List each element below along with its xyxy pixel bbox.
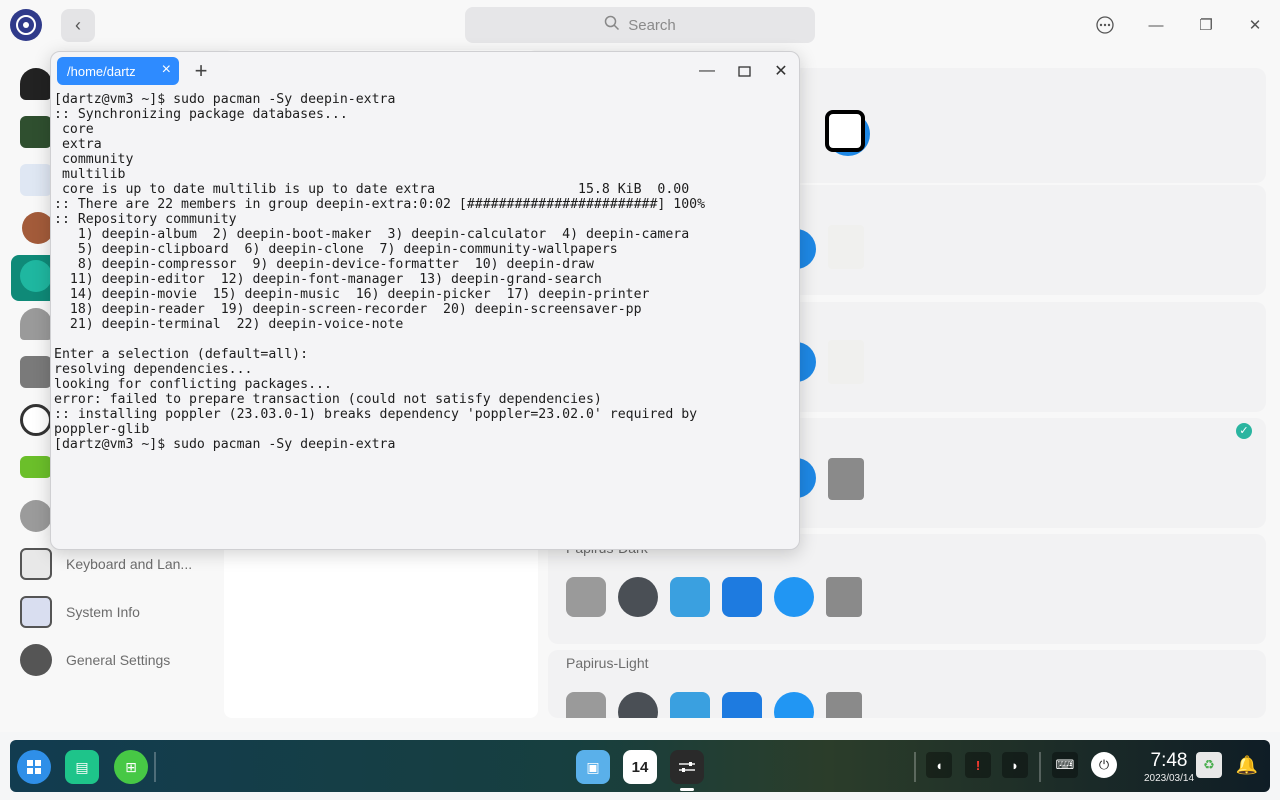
terminal-taskbar-button[interactable]: [670, 750, 704, 784]
bluetooth-tray[interactable]: ◗: [1002, 752, 1028, 778]
calendar-icon: 14: [631, 758, 649, 776]
terminal-output[interactable]: [dartz@vm3 ~]$ sudo pacman -Sy deepin-ex…: [54, 92, 798, 542]
music-icon: [618, 692, 658, 718]
taskbar-separator: [1039, 752, 1041, 782]
sidebar-item-system-info[interactable]: System Info: [20, 596, 140, 628]
keyboard-icon: [20, 548, 52, 580]
app-store-icon: ⊞: [125, 758, 137, 775]
recycle-icon: ♻: [1203, 757, 1215, 772]
more-icon: [1096, 16, 1114, 34]
tray-icon: ◗: [1011, 757, 1019, 773]
volume-icon: ◖: [935, 757, 943, 773]
taskbar-separator: [154, 752, 156, 782]
close-icon: ✕: [774, 63, 788, 80]
account-icon[interactable]: [20, 68, 52, 100]
terminal-window[interactable]: /home/dartz × + — ✕ [dartz@vm3 ~]$ sudo …: [50, 51, 800, 550]
folder-icon: ▣: [586, 758, 600, 775]
trash-icon: [826, 577, 862, 617]
terminal-maximize-button[interactable]: [732, 59, 756, 83]
minimize-button[interactable]: —: [1143, 13, 1169, 37]
music-icon: [618, 577, 658, 617]
search-icon: [604, 15, 620, 35]
terminal-icon: [679, 762, 695, 772]
power-icon[interactable]: [20, 456, 52, 478]
close-tab-icon[interactable]: ×: [162, 61, 171, 79]
new-tab-button[interactable]: +: [189, 57, 213, 85]
trash-icon: [828, 340, 864, 384]
terminal-close-button[interactable]: ✕: [769, 59, 793, 83]
display-icon[interactable]: [20, 116, 52, 148]
sidebar-item-label: Keyboard and Lan...: [66, 556, 193, 572]
trash-icon: [828, 225, 864, 269]
terminal-tab-label: /home/dartz: [67, 63, 136, 79]
launcher-icon: [774, 692, 814, 718]
minimize-icon: —: [699, 62, 715, 79]
maximize-icon: ❐: [1199, 17, 1213, 34]
sidebar-item-general-settings[interactable]: General Settings: [20, 644, 170, 676]
datetime-icon[interactable]: [20, 404, 52, 436]
power-button[interactable]: ⏻: [1091, 752, 1117, 778]
sidebar-item-keyboard[interactable]: Keyboard and Lan...: [20, 548, 192, 580]
warning-icon: !: [975, 757, 981, 773]
search-input[interactable]: Search: [465, 7, 815, 43]
video-icon: [722, 577, 762, 617]
chevron-left-icon: ‹: [75, 15, 81, 35]
theme-card-papirus-dark[interactable]: Papirus-Dark: [548, 534, 1266, 644]
calendar-button[interactable]: 14: [623, 750, 657, 784]
clock-time[interactable]: 7:48: [1134, 750, 1204, 772]
titlebar: ‹ Search — ❐ ✕: [0, 0, 1280, 50]
minimize-icon: —: [1148, 16, 1164, 34]
search-placeholder: Search: [628, 16, 676, 34]
file-manager-icon: [566, 692, 606, 718]
mouse-icon[interactable]: [20, 500, 52, 532]
trash-tray[interactable]: ♻: [1196, 752, 1222, 778]
terminal-tab[interactable]: /home/dartz ×: [57, 57, 179, 85]
file-manager-button[interactable]: ▣: [576, 750, 610, 784]
launcher-button[interactable]: [17, 750, 51, 784]
multitask-icon: ▤: [75, 758, 89, 775]
maximize-icon: [737, 65, 751, 77]
launcher-icon: [774, 577, 814, 617]
app-store-button[interactable]: ⊞: [114, 750, 148, 784]
sidebar-item-label: General Settings: [66, 652, 171, 668]
notification-icon[interactable]: [20, 308, 52, 340]
keyboard-tray[interactable]: ⌨: [1052, 752, 1078, 778]
theme-card-papirus-light[interactable]: Papirus-Light: [548, 650, 1266, 718]
network-tray[interactable]: !: [965, 752, 991, 778]
close-icon: ✕: [1248, 17, 1262, 34]
video-icon: [722, 692, 762, 718]
trash-icon: [828, 458, 864, 500]
sidebar-item-label: System Info: [66, 604, 140, 620]
system-info-icon: [20, 596, 52, 628]
taskbar-separator: [914, 752, 916, 782]
bell-icon: 🔔: [1235, 754, 1259, 775]
maximize-button[interactable]: ❐: [1193, 13, 1219, 37]
volume-tray[interactable]: ◖: [926, 752, 952, 778]
trash-icon: [826, 692, 862, 718]
sound-icon[interactable]: [20, 356, 52, 388]
image-viewer-icon: [670, 692, 710, 718]
grid-icon: [27, 760, 41, 774]
multitasking-view-button[interactable]: ▤: [65, 750, 99, 784]
terminal-minimize-button[interactable]: —: [695, 59, 719, 83]
file-manager-icon: [566, 577, 606, 617]
active-app-indicator: [680, 788, 694, 791]
notification-button[interactable]: 🔔: [1234, 752, 1260, 778]
back-button[interactable]: ‹: [61, 9, 95, 42]
more-button[interactable]: [1092, 13, 1118, 37]
default-apps-icon[interactable]: [20, 164, 52, 196]
close-button[interactable]: ✕: [1242, 13, 1268, 37]
trash-icon: [825, 110, 865, 152]
selected-check-icon: ✓: [1236, 423, 1252, 439]
taskbar: ▤ ⊞ ▣ 14 ◖ ! ◗ ⌨ ⏻ 7:48 2023/03/14 ♻ 🔔: [10, 740, 1270, 792]
theme-name: Papirus-Light: [566, 655, 649, 671]
network-icon[interactable]: [20, 260, 52, 292]
gear-icon: [20, 644, 52, 676]
keyboard-icon: ⌨: [1055, 757, 1075, 772]
control-center-logo-icon: [10, 9, 42, 41]
clock-date[interactable]: 2023/03/14: [1134, 773, 1204, 784]
image-viewer-icon: [670, 577, 710, 617]
power-icon: ⏻: [1098, 757, 1110, 772]
